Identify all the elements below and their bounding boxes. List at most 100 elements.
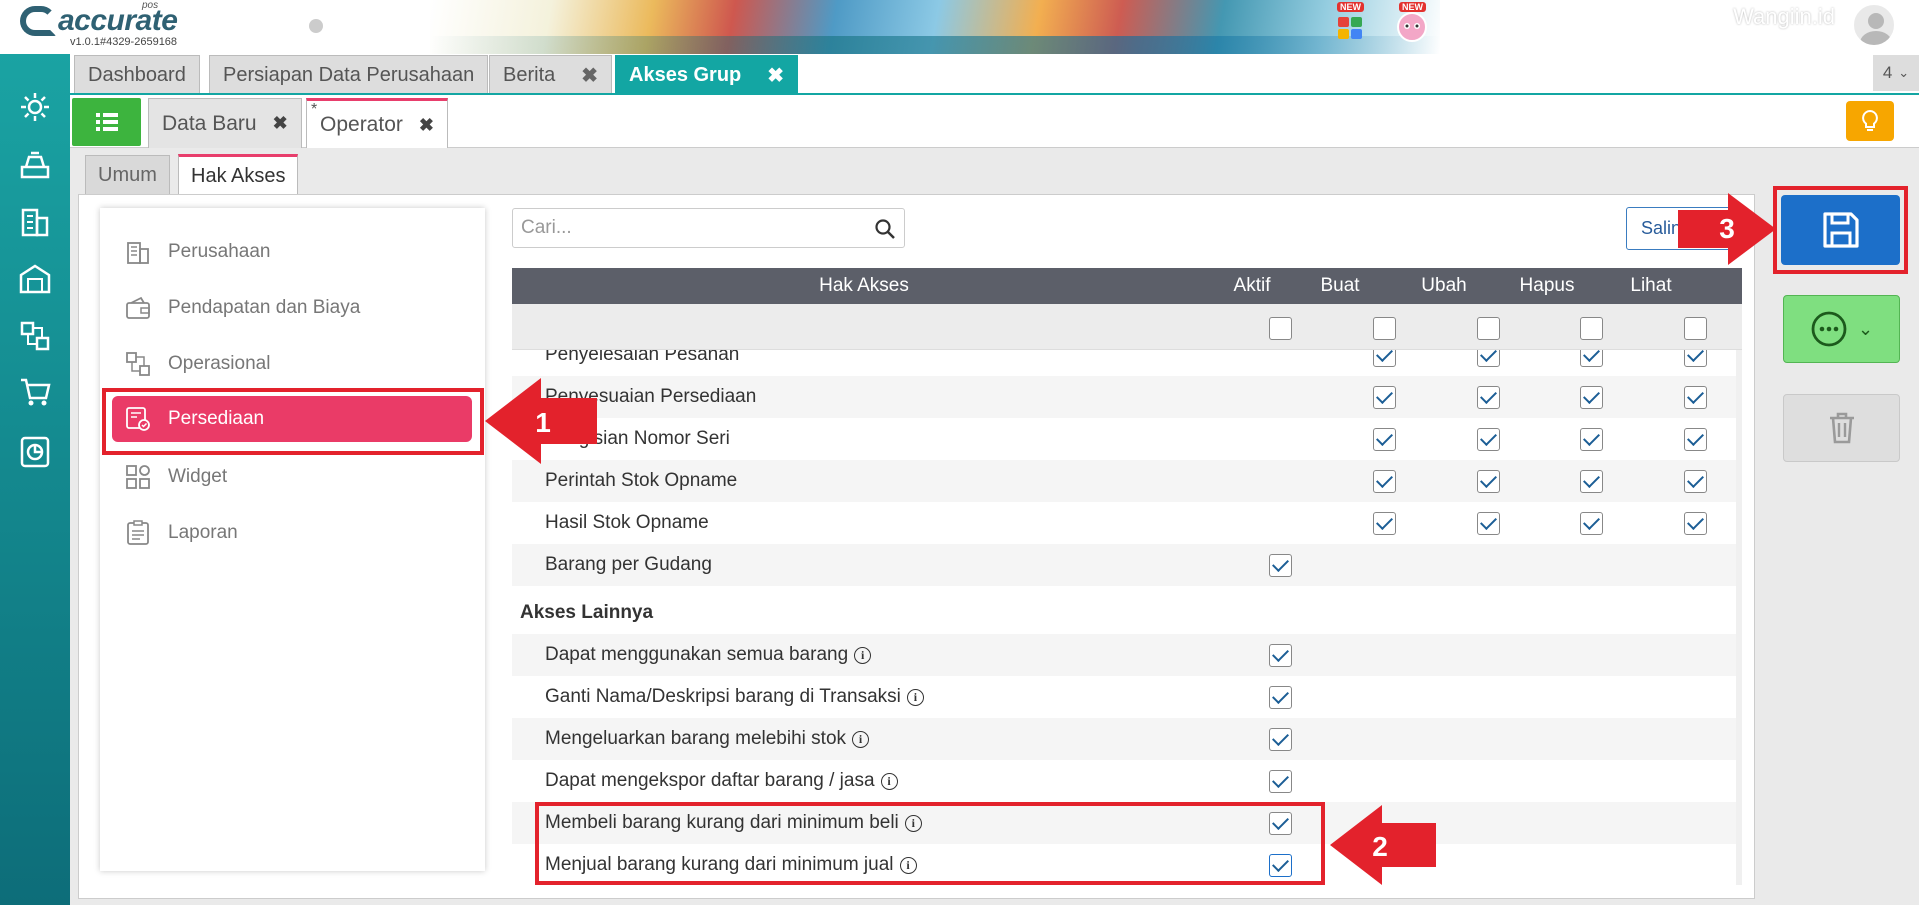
lihat-checkbox[interactable] — [1684, 428, 1707, 451]
row-label: Mengeluarkan barang melebihi stok i — [545, 718, 870, 760]
menu-item-perusahaan[interactable]: Perusahaan — [124, 229, 270, 275]
aktif-checkbox[interactable] — [1269, 686, 1292, 709]
select-all-lihat-checkbox[interactable] — [1684, 317, 1707, 340]
ubah-checkbox[interactable] — [1477, 428, 1500, 451]
tab-dashboard[interactable]: Dashboard — [74, 55, 200, 94]
table-row: Perintah Stok Opname — [512, 460, 1736, 502]
more-actions-button[interactable]: ⌄ — [1783, 295, 1900, 363]
aktif-checkbox[interactable] — [1269, 644, 1292, 667]
aktif-checkbox[interactable] — [1269, 854, 1292, 877]
tab-umum[interactable]: Umum — [85, 155, 170, 194]
row-label: Pengisian Nomor Seri — [545, 428, 730, 449]
close-icon[interactable]: ✖ — [581, 63, 598, 88]
section-title: Akses Lainnya — [520, 602, 654, 623]
hapus-checkbox[interactable] — [1580, 386, 1603, 409]
info-icon[interactable]: i — [880, 772, 898, 790]
tab-label: Data Baru — [162, 111, 257, 135]
menu-item-pendapatan-dan-biaya[interactable]: Pendapatan dan Biaya — [124, 285, 360, 331]
close-icon[interactable]: ✖ — [273, 113, 288, 134]
lihat-checkbox[interactable] — [1684, 470, 1707, 493]
delete-button[interactable] — [1783, 394, 1900, 462]
tab-operator[interactable]: * Operator ✖ — [306, 98, 448, 149]
close-icon[interactable]: ✖ — [767, 63, 784, 88]
help-icon — [1528, 15, 1552, 39]
list-icon — [95, 113, 118, 131]
menu-item-operasional[interactable]: Operasional — [124, 341, 270, 387]
close-icon[interactable]: ✖ — [419, 115, 434, 136]
warehouse-icon[interactable] — [17, 261, 53, 297]
apps-new-button[interactable]: NEW — [1333, 2, 1367, 44]
cashier-icon[interactable] — [17, 147, 53, 183]
process-icon[interactable] — [17, 318, 53, 354]
notifications-button[interactable] — [1585, 10, 1619, 44]
buat-checkbox[interactable] — [1373, 428, 1396, 451]
aktif-checkbox[interactable] — [1269, 770, 1292, 793]
lihat-checkbox[interactable] — [1684, 512, 1707, 535]
info-icon[interactable]: i — [899, 856, 917, 874]
table-row: Penyelesaian Pesanan — [512, 350, 1736, 376]
avatar[interactable] — [1852, 3, 1896, 47]
hapus-checkbox[interactable] — [1580, 350, 1603, 367]
select-all-buat-checkbox[interactable] — [1373, 317, 1396, 340]
hapus-checkbox[interactable] — [1580, 428, 1603, 451]
info-icon[interactable]: i — [854, 646, 872, 664]
aktif-checkbox[interactable] — [1269, 554, 1292, 577]
tab-berita[interactable]: Berita ✖ — [489, 55, 613, 94]
lihat-checkbox[interactable] — [1684, 386, 1707, 409]
menu-item-laporan[interactable]: Laporan — [124, 510, 238, 556]
list-view-button[interactable] — [72, 98, 141, 146]
select-all-ubah-checkbox[interactable] — [1477, 317, 1500, 340]
select-all-hapus-checkbox[interactable] — [1580, 317, 1603, 340]
menu-item-widget[interactable]: Widget — [124, 454, 227, 500]
table-row: Mengeluarkan barang melebihi stok i — [512, 718, 1736, 760]
info-icon[interactable]: i — [906, 688, 924, 706]
report-icon — [127, 520, 149, 545]
ubah-checkbox[interactable] — [1477, 350, 1500, 367]
permissions-grid: Penyelesaian Pesanan Penyesuaian Persedi… — [512, 350, 1736, 885]
row-label: Membeli barang kurang dari minimum beli i — [545, 802, 922, 844]
buildings-icon[interactable] — [17, 204, 53, 240]
hapus-checkbox[interactable] — [1580, 512, 1603, 535]
cart-icon[interactable] — [17, 374, 53, 410]
tab-persiapan-data-perusahaan[interactable]: Persiapan Data Perusahaan — [209, 55, 489, 94]
tips-button[interactable] — [1846, 101, 1894, 141]
tab-label: Hak Akses — [191, 164, 286, 187]
search-input[interactable] — [513, 209, 853, 247]
tab-count-dropdown[interactable]: 4 ⌄ — [1873, 55, 1919, 91]
grid-scrollbar[interactable] — [1736, 350, 1742, 885]
info-icon[interactable]: i — [904, 814, 922, 832]
gear-icon[interactable] — [17, 89, 53, 125]
aktif-checkbox[interactable] — [1269, 812, 1292, 835]
menu-item-persediaan[interactable]: Persediaan — [112, 396, 472, 442]
row-label: Hasil Stok Opname — [545, 512, 709, 533]
info-icon[interactable]: i — [852, 730, 870, 748]
buat-checkbox[interactable] — [1373, 350, 1396, 367]
aktif-checkbox[interactable] — [1269, 728, 1292, 751]
table-row: Ganti Nama/Deskripsi barang di Transaksi… — [512, 676, 1736, 718]
mascot-new-button[interactable]: NEW — [1395, 2, 1429, 44]
help-button[interactable] — [1523, 10, 1557, 44]
search-button[interactable] — [1460, 10, 1494, 44]
save-button[interactable] — [1781, 195, 1900, 265]
copy-button[interactable]: Salin — [1626, 207, 1738, 250]
building-icon — [127, 242, 149, 264]
tab-hak-akses[interactable]: Hak Akses — [178, 154, 299, 195]
ubah-checkbox[interactable] — [1477, 512, 1500, 535]
column-header-buat: Buat — [1320, 275, 1360, 296]
buat-checkbox[interactable] — [1373, 386, 1396, 409]
tab-data-baru[interactable]: Data Baru ✖ — [148, 98, 302, 148]
table-row: Pengisian Nomor Seri — [512, 418, 1736, 460]
hapus-checkbox[interactable] — [1580, 470, 1603, 493]
row-label: Barang per Gudang — [545, 554, 712, 575]
buat-checkbox[interactable] — [1373, 512, 1396, 535]
tab-akses-grup[interactable]: Akses Grup ✖ — [615, 55, 799, 94]
search-icon[interactable] — [874, 218, 896, 240]
ubah-checkbox[interactable] — [1477, 470, 1500, 493]
menu-item-label: Pendapatan dan Biaya — [168, 297, 361, 318]
ubah-checkbox[interactable] — [1477, 386, 1500, 409]
user-info[interactable]: Wangiin.id Tiara — [1733, 4, 1835, 47]
select-all-aktif-checkbox[interactable] — [1269, 317, 1292, 340]
report-chart-icon[interactable] — [17, 434, 53, 470]
buat-checkbox[interactable] — [1373, 470, 1396, 493]
lihat-checkbox[interactable] — [1684, 350, 1707, 367]
